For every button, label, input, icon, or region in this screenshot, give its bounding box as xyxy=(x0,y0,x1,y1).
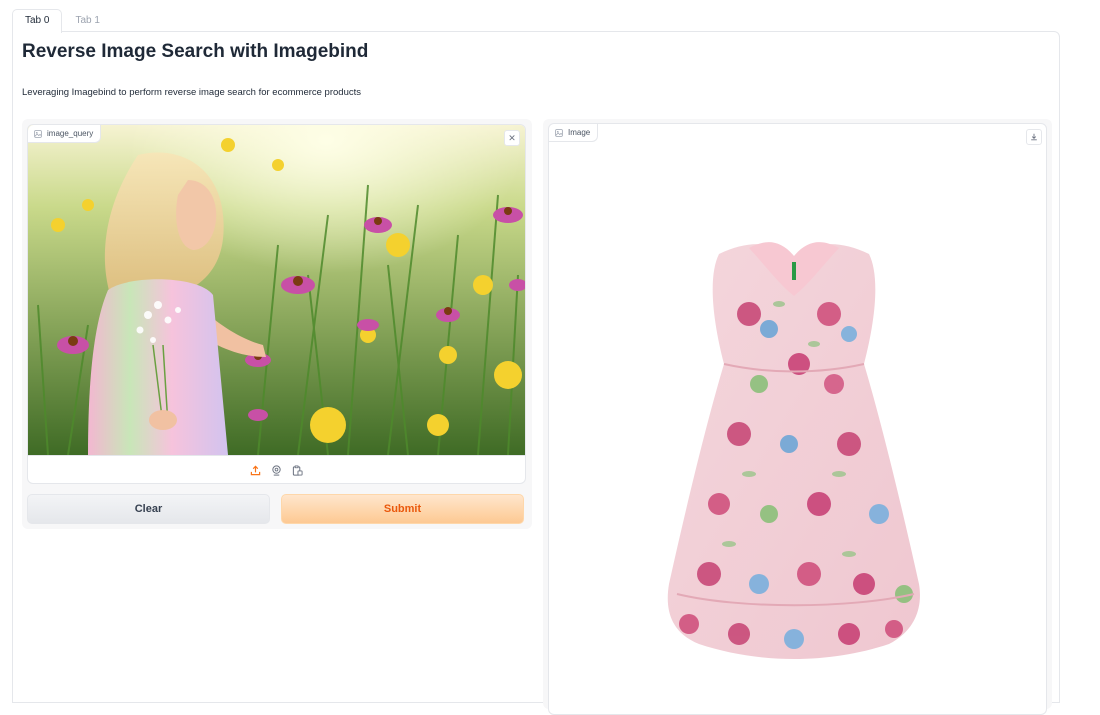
download-icon[interactable] xyxy=(1026,129,1042,145)
query-photo xyxy=(28,125,525,455)
tab-0[interactable]: Tab 0 xyxy=(12,9,63,33)
tab-bar: Tab 0 Tab 1 xyxy=(12,9,113,33)
image-query-label: image_query xyxy=(28,125,102,143)
webcam-icon[interactable] xyxy=(270,464,283,477)
image-source-bar xyxy=(28,455,525,483)
input-column: image_query ✕ Clear Submit xyxy=(22,119,532,529)
clear-button[interactable]: Clear xyxy=(27,494,270,524)
image-icon xyxy=(555,128,563,137)
page-title: Reverse Image Search with Imagebind xyxy=(22,41,369,62)
tab-panel: Reverse Image Search with Imagebind Leve… xyxy=(12,31,1060,715)
image-icon xyxy=(34,129,42,138)
page-description: Leveraging Imagebind to perform reverse … xyxy=(22,87,361,98)
close-icon[interactable]: ✕ xyxy=(504,130,520,146)
output-image-label-text: Image xyxy=(568,128,591,137)
output-column: Image xyxy=(543,119,1052,715)
image-query-input[interactable]: image_query ✕ xyxy=(27,124,526,484)
clipboard-icon[interactable] xyxy=(291,464,304,477)
output-image-label: Image xyxy=(549,124,599,142)
upload-icon[interactable] xyxy=(249,464,262,477)
tab-1[interactable]: Tab 1 xyxy=(62,9,112,32)
submit-button[interactable]: Submit xyxy=(281,494,524,524)
image-query-label-text: image_query xyxy=(47,129,94,138)
result-dress-image xyxy=(667,242,920,659)
output-image: Image xyxy=(548,123,1047,715)
